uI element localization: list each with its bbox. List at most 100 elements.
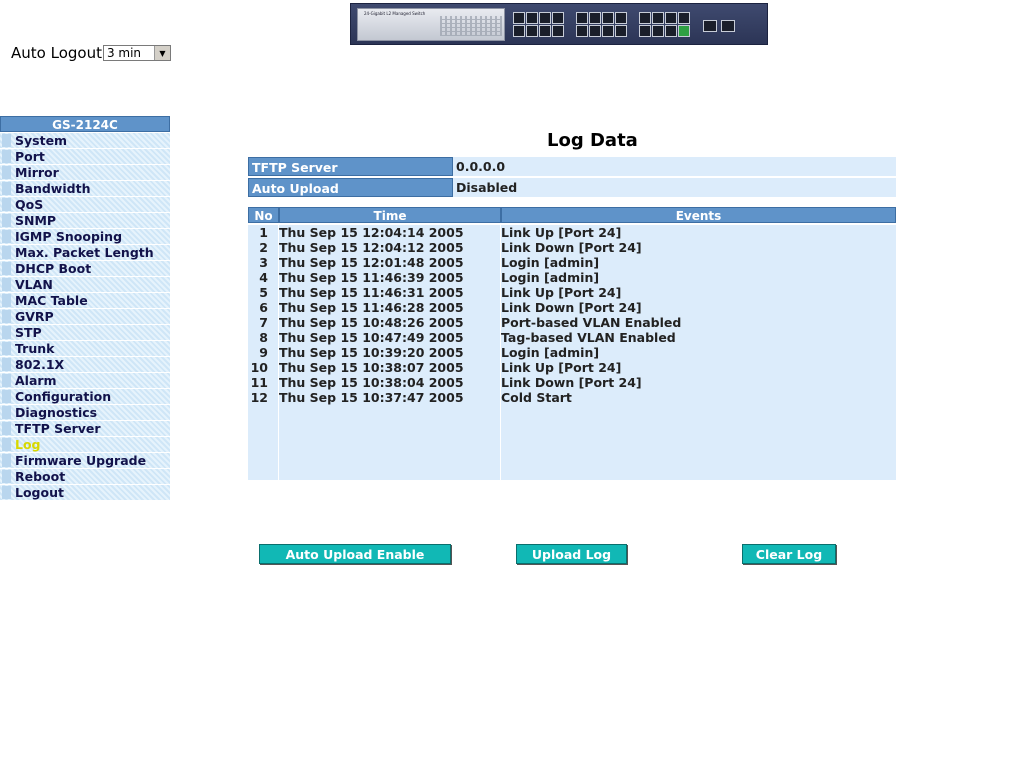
sidebar-item-label: Mirror bbox=[15, 165, 59, 180]
log-event-cell bbox=[501, 435, 896, 450]
auto-upload-enable-button[interactable]: Auto Upload Enable bbox=[259, 544, 451, 564]
table-row: 11 Thu Sep 15 10:38:04 2005 Link Down [Por… bbox=[248, 375, 896, 390]
sidebar-item-label: 802.1X bbox=[15, 357, 65, 372]
menu-bullet-icon bbox=[2, 294, 11, 307]
log-no-cell: 5 bbox=[248, 285, 279, 300]
sidebar-item-trunk[interactable]: Trunk bbox=[0, 341, 170, 356]
sidebar-item-label: IGMP Snooping bbox=[15, 229, 123, 244]
table-row: 8 Thu Sep 15 10:47:49 2005 Tag-based VLAN … bbox=[248, 330, 896, 345]
log-event-cell: Login [admin] bbox=[501, 255, 896, 270]
log-no-cell: 6 bbox=[248, 300, 279, 315]
port-group-2 bbox=[576, 12, 627, 38]
table-row: 3 Thu Sep 15 12:01:48 2005 Login [admin] bbox=[248, 255, 896, 270]
log-time-cell: Thu Sep 15 12:01:48 2005 bbox=[279, 255, 501, 270]
menu-bullet-icon bbox=[2, 438, 11, 451]
log-time-cell: Thu Sep 15 10:48:26 2005 bbox=[279, 315, 501, 330]
sidebar-item-diagnostics[interactable]: Diagnostics bbox=[0, 405, 170, 420]
log-event-cell: Link Down [Port 24] bbox=[501, 300, 896, 315]
sidebar-item-label: Diagnostics bbox=[15, 405, 98, 420]
menu-bullet-icon bbox=[2, 374, 11, 387]
menu-bullet-icon bbox=[2, 150, 11, 163]
table-row: 12 Thu Sep 15 10:37:47 2005 Cold Start bbox=[248, 390, 896, 405]
log-no-cell: 7 bbox=[248, 315, 279, 330]
switch-brand-text: 24-Gigabit L2 Managed Switch bbox=[364, 11, 426, 16]
sidebar-item-max-packet-length[interactable]: Max. Packet Length bbox=[0, 245, 170, 260]
log-no-cell: 4 bbox=[248, 270, 279, 285]
sidebar-item-qos[interactable]: QoS bbox=[0, 197, 170, 212]
log-event-cell: Link Up [Port 24] bbox=[501, 360, 896, 375]
sidebar-item-mirror[interactable]: Mirror bbox=[0, 165, 170, 180]
sidebar-item-label: TFTP Server bbox=[15, 421, 101, 436]
menu-title: GS-2124C bbox=[0, 116, 170, 132]
sidebar-item-tftp-server[interactable]: TFTP Server bbox=[0, 421, 170, 436]
auto-logout-label: Auto Logout bbox=[11, 44, 102, 62]
tftp-server-row: TFTP Server 0.0.0.0 bbox=[248, 157, 896, 176]
tftp-server-label: TFTP Server bbox=[248, 157, 453, 176]
switch-faceplate: 24-Gigabit L2 Managed Switch bbox=[357, 8, 505, 41]
menu-bullet-icon bbox=[2, 390, 11, 403]
page-title: Log Data bbox=[547, 130, 638, 151]
sidebar-item-alarm[interactable]: Alarm bbox=[0, 373, 170, 388]
sidebar-item-stp[interactable]: STP bbox=[0, 325, 170, 340]
menu-bullet-icon bbox=[2, 454, 11, 467]
sidebar-item-label: Bandwidth bbox=[15, 181, 91, 196]
menu-bullet-icon bbox=[2, 486, 11, 499]
sidebar-item-igmp-snooping[interactable]: IGMP Snooping bbox=[0, 229, 170, 244]
log-no-cell bbox=[248, 465, 279, 480]
sidebar-item-label: GVRP bbox=[15, 309, 54, 324]
column-header-no: No bbox=[248, 207, 279, 223]
sidebar-item-logout[interactable]: Logout bbox=[0, 485, 170, 500]
sidebar-item-configuration[interactable]: Configuration bbox=[0, 389, 170, 404]
log-event-cell: Link Down [Port 24] bbox=[501, 375, 896, 390]
menu-bullet-icon bbox=[2, 422, 11, 435]
upload-log-button[interactable]: Upload Log bbox=[516, 544, 627, 564]
sidebar-item-mac-table[interactable]: MAC Table bbox=[0, 293, 170, 308]
port-group-1 bbox=[513, 12, 564, 38]
clear-log-button[interactable]: Clear Log bbox=[742, 544, 836, 564]
menu-bullet-icon bbox=[2, 166, 11, 179]
log-event-cell bbox=[501, 465, 896, 480]
table-row bbox=[248, 435, 896, 450]
log-time-cell bbox=[279, 465, 501, 480]
log-event-cell: Cold Start bbox=[501, 390, 896, 405]
dropdown-arrow-icon[interactable]: ▼ bbox=[153, 46, 170, 60]
sidebar-item-label: Configuration bbox=[15, 389, 112, 404]
sidebar-item-vlan[interactable]: VLAN bbox=[0, 277, 170, 292]
table-row: 7 Thu Sep 15 10:48:26 2005 Port-based VLAN… bbox=[248, 315, 896, 330]
log-event-cell: Port-based VLAN Enabled bbox=[501, 315, 896, 330]
table-row: 10 Thu Sep 15 10:38:07 2005 Link Up [Port … bbox=[248, 360, 896, 375]
sidebar-item-system[interactable]: System bbox=[0, 133, 170, 148]
sidebar-item-port[interactable]: Port bbox=[0, 149, 170, 164]
sidebar-item-bandwidth[interactable]: Bandwidth bbox=[0, 181, 170, 196]
table-row: 9 Thu Sep 15 10:39:20 2005 Login [admin] bbox=[248, 345, 896, 360]
sidebar-item-snmp[interactable]: SNMP bbox=[0, 213, 170, 228]
sidebar-item-dhcp-boot[interactable]: DHCP Boot bbox=[0, 261, 170, 276]
menu-bullet-icon bbox=[2, 134, 11, 147]
log-time-cell: Thu Sep 15 10:38:07 2005 bbox=[279, 360, 501, 375]
log-time-cell bbox=[279, 435, 501, 450]
log-event-cell: Login [admin] bbox=[501, 345, 896, 360]
log-time-cell bbox=[279, 420, 501, 435]
auto-logout-select[interactable]: 3 min ▼ bbox=[102, 45, 171, 61]
sidebar-item-gvrp[interactable]: GVRP bbox=[0, 309, 170, 324]
sidebar-item-label: VLAN bbox=[15, 277, 53, 292]
sidebar-item-label: QoS bbox=[15, 197, 44, 212]
log-event-cell: Link Up [Port 24] bbox=[501, 285, 896, 300]
log-no-cell bbox=[248, 405, 279, 420]
sidebar-item-label: SNMP bbox=[15, 213, 57, 228]
table-row bbox=[248, 405, 896, 420]
table-row: 4 Thu Sep 15 11:46:39 2005 Login [admin] bbox=[248, 270, 896, 285]
log-time-cell: Thu Sep 15 10:38:04 2005 bbox=[279, 375, 501, 390]
port-group-3 bbox=[639, 12, 690, 38]
sidebar-item-firmware-upgrade[interactable]: Firmware Upgrade bbox=[0, 453, 170, 468]
log-no-cell bbox=[248, 450, 279, 465]
log-time-cell: Thu Sep 15 11:46:39 2005 bbox=[279, 270, 501, 285]
sidebar-item-label: Logout bbox=[15, 485, 64, 500]
table-row bbox=[248, 420, 896, 435]
sidebar-item-802-1x[interactable]: 802.1X bbox=[0, 357, 170, 372]
sidebar-item-log[interactable]: Log bbox=[0, 437, 170, 452]
auto-upload-label: Auto Upload bbox=[248, 178, 453, 197]
log-no-cell: 3 bbox=[248, 255, 279, 270]
log-time-cell: Thu Sep 15 10:39:20 2005 bbox=[279, 345, 501, 360]
sidebar-item-reboot[interactable]: Reboot bbox=[0, 469, 170, 484]
